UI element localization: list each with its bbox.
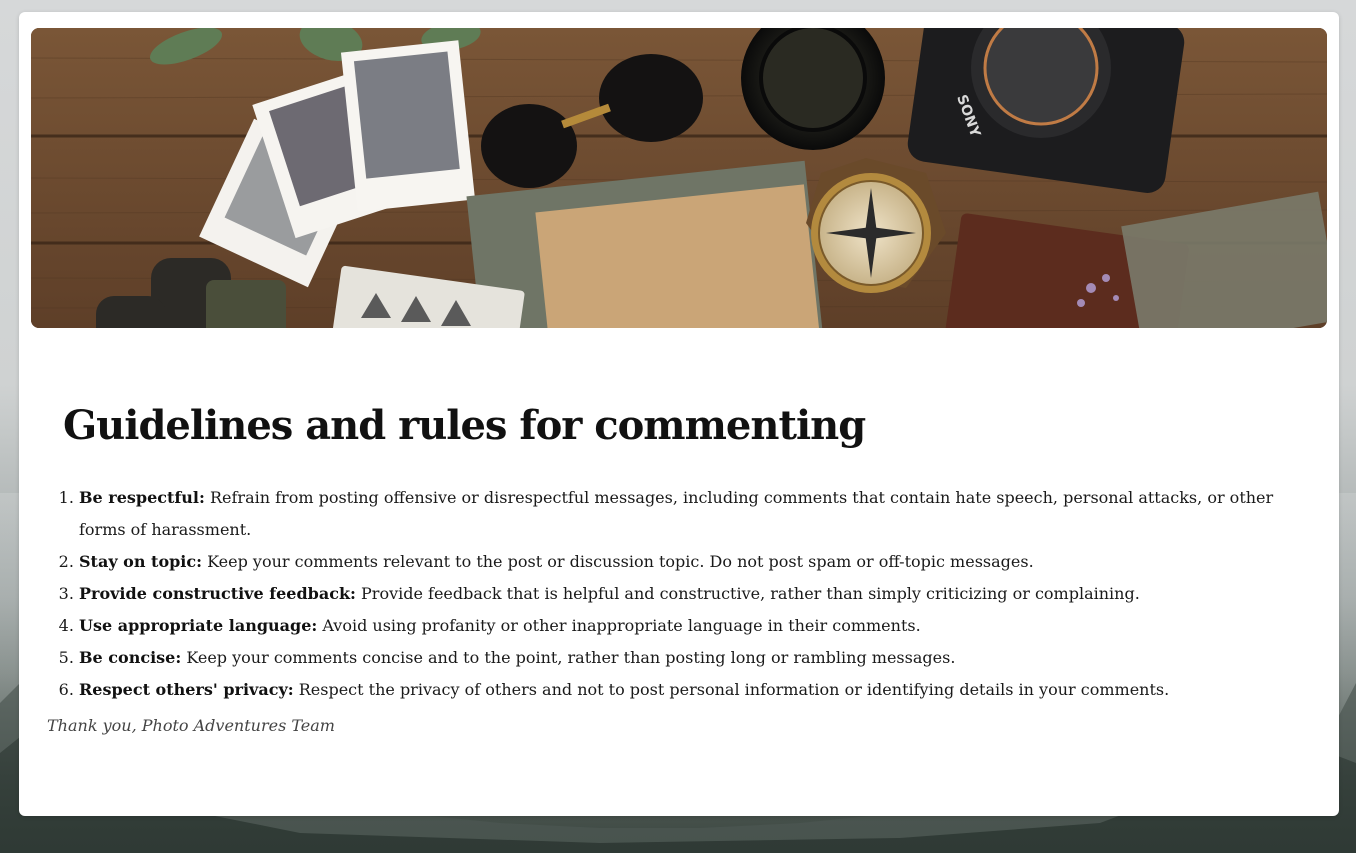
rule-item-constructive: Provide constructive feedback: Provide f… — [79, 578, 1317, 610]
rule-text: Provide feedback that is helpful and con… — [361, 584, 1140, 603]
travel-flatlay-photo-icon: SONY — [31, 28, 1327, 328]
rule-heading: Provide constructive feedback: — [79, 584, 356, 603]
hero-banner: SONY — [31, 28, 1327, 328]
rule-heading: Be respectful: — [79, 488, 205, 507]
rule-heading: Respect others' privacy: — [79, 680, 294, 699]
signoff-text: Thank you, Photo Adventures Team — [47, 716, 335, 735]
guidelines-section: Guidelines and rules for commenting Be r… — [47, 402, 1317, 735]
rules-list: Be respectful: Refrain from posting offe… — [47, 482, 1317, 706]
rule-text: Keep your comments relevant to the post … — [207, 552, 1034, 571]
rule-text: Refrain from posting offensive or disres… — [79, 488, 1274, 539]
rule-text: Avoid using profanity or other inappropr… — [322, 616, 921, 635]
rule-item-concise: Be concise: Keep your comments concise a… — [79, 642, 1317, 674]
rule-text: Respect the privacy of others and not to… — [298, 680, 1170, 699]
page-title: Guidelines and rules for commenting — [63, 402, 866, 449]
rule-text: Keep your comments concise and to the po… — [186, 648, 956, 667]
rule-heading: Use appropriate language: — [79, 616, 318, 635]
rule-heading: Stay on topic: — [79, 552, 203, 571]
rule-item-privacy: Respect others' privacy: Respect the pri… — [79, 674, 1317, 706]
rule-item-language: Use appropriate language: Avoid using pr… — [79, 610, 1317, 642]
rule-item-on-topic: Stay on topic: Keep your comments releva… — [79, 546, 1317, 578]
rule-item-respectful: Be respectful: Refrain from posting offe… — [79, 482, 1317, 546]
rule-heading: Be concise: — [79, 648, 182, 667]
content-card: SONY Guidelines and rules for commenting… — [19, 12, 1339, 816]
